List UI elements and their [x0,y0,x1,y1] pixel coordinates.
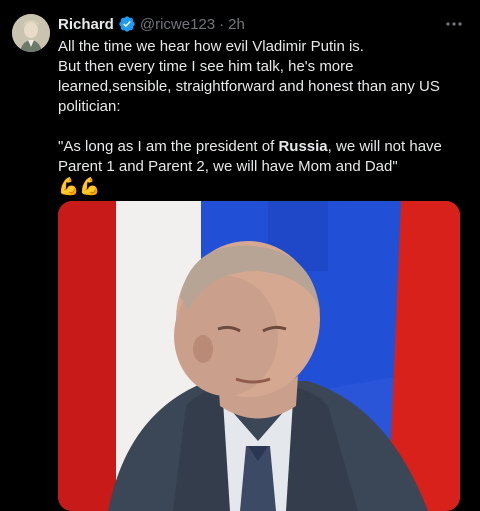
timestamp[interactable]: 2h [228,16,245,33]
tweet[interactable]: Richard @ricwe123 · 2h All the time we h… [0,0,480,511]
flexed-biceps-emoji: 💪💪 [58,177,101,196]
tweet-line-2: But then every time I see him talk, he's… [58,58,354,75]
tweet-line-3: learned,sensible, straightforward and ho… [58,78,440,95]
tweet-line-1: All the time we hear how evil Vladimir P… [58,38,364,55]
avatar[interactable] [12,14,50,52]
display-name[interactable]: Richard [58,16,114,33]
tweet-header: Richard @ricwe123 · 2h [58,14,245,34]
user-handle[interactable]: @ricwe123 [140,16,215,33]
quote-line-1: "As long as I am the president of Russia… [58,138,442,155]
russia-bold: Russia [278,138,328,155]
video-thumbnail[interactable] [58,201,460,511]
tweet-line-4: politician: [58,98,121,115]
verified-badge-icon [118,15,136,33]
dot-separator: · [219,15,225,33]
more-options-icon[interactable] [442,14,466,34]
tweet-text: All the time we hear how evil Vladimir P… [58,37,466,199]
quote-line-2: Parent 1 and Parent 2, we will have Mom … [58,158,398,175]
